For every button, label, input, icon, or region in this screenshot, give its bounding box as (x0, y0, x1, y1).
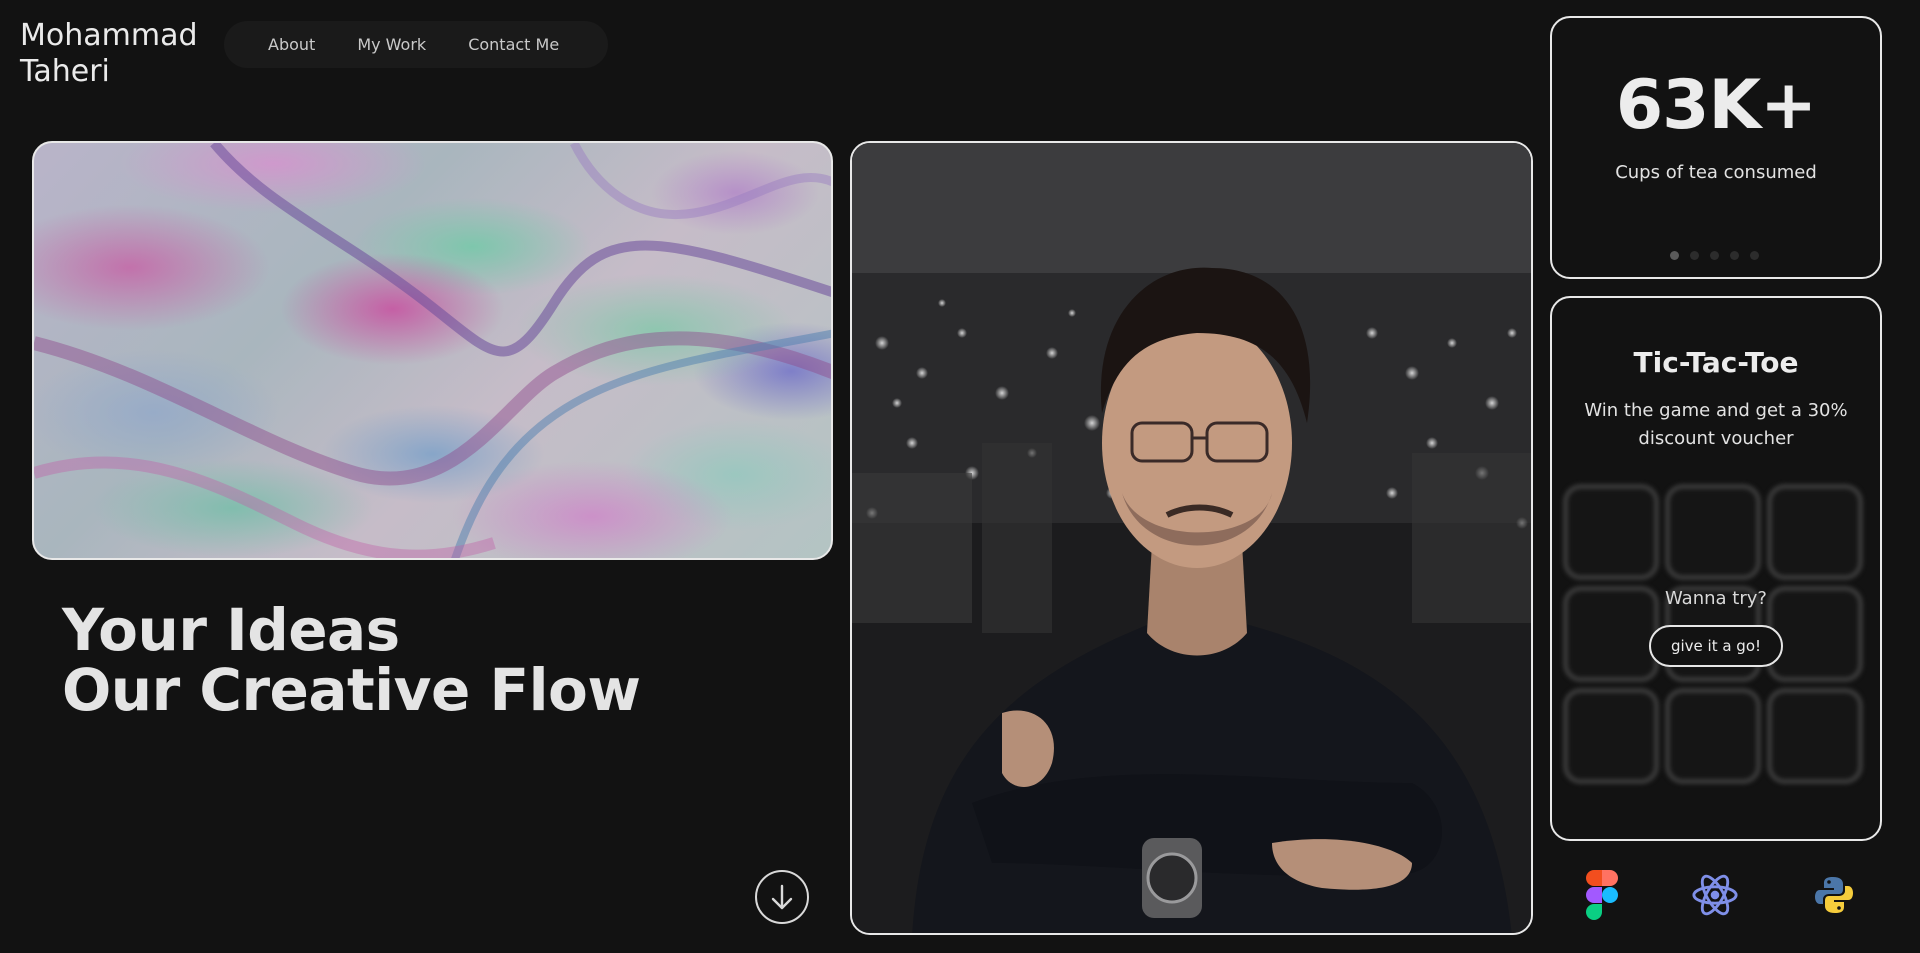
board-cell (1767, 484, 1863, 580)
pager-dot[interactable] (1749, 251, 1759, 260)
stat-value: 63K+ (1615, 66, 1817, 145)
main-nav: About My Work Contact Me (224, 21, 608, 68)
game-prompt: Wanna try? (1665, 588, 1767, 609)
pager-dot[interactable] (1709, 251, 1719, 260)
pager-dot[interactable] (1689, 251, 1699, 260)
headline-line-1: Your Ideas (62, 596, 400, 664)
python-icon (1810, 870, 1858, 920)
figma-icon (1578, 870, 1626, 920)
board-cell (1767, 688, 1863, 784)
board-cell (1665, 484, 1761, 580)
stat-pager (1550, 251, 1878, 260)
nav-link-about[interactable]: About (268, 35, 315, 54)
brand-logo[interactable]: Mohammad Taheri (20, 18, 198, 90)
start-game-button[interactable]: give it a go! (1648, 625, 1784, 667)
board-cell (1563, 688, 1659, 784)
scroll-down-button[interactable] (755, 870, 809, 924)
stat-label: Cups of tea consumed (1615, 162, 1817, 183)
board-cell (1563, 484, 1659, 580)
game-description: Win the game and get a 30% discount vouc… (1584, 400, 1848, 449)
hero-headline: Your Ideas Our Creative Flow (62, 596, 641, 724)
arrow-down-circle-icon (771, 884, 793, 910)
brand-name-first: Mohammad (20, 18, 198, 53)
react-icon (1691, 870, 1739, 920)
pager-dot[interactable] (1669, 251, 1679, 260)
nav-link-my-work[interactable]: My Work (357, 35, 426, 54)
brand-name-last: Taheri (20, 54, 110, 89)
flow-ribbons (34, 143, 831, 558)
abstract-flow-image (32, 141, 833, 560)
portrait-illustration (852, 143, 1531, 933)
game-start-overlay: Wanna try? give it a go! (1552, 588, 1880, 667)
pager-dot[interactable] (1729, 251, 1739, 260)
game-title: Tic-Tac-Toe (1633, 346, 1799, 379)
nav-link-contact[interactable]: Contact Me (468, 35, 559, 54)
board-cell (1665, 688, 1761, 784)
portrait-photo (850, 141, 1533, 935)
headline-line-2: Our Creative Flow (62, 656, 641, 724)
stat-card: 63K+ Cups of tea consumed (1550, 16, 1882, 279)
tic-tac-toe-card: Tic-Tac-Toe Win the game and get a 30% d… (1550, 296, 1882, 841)
